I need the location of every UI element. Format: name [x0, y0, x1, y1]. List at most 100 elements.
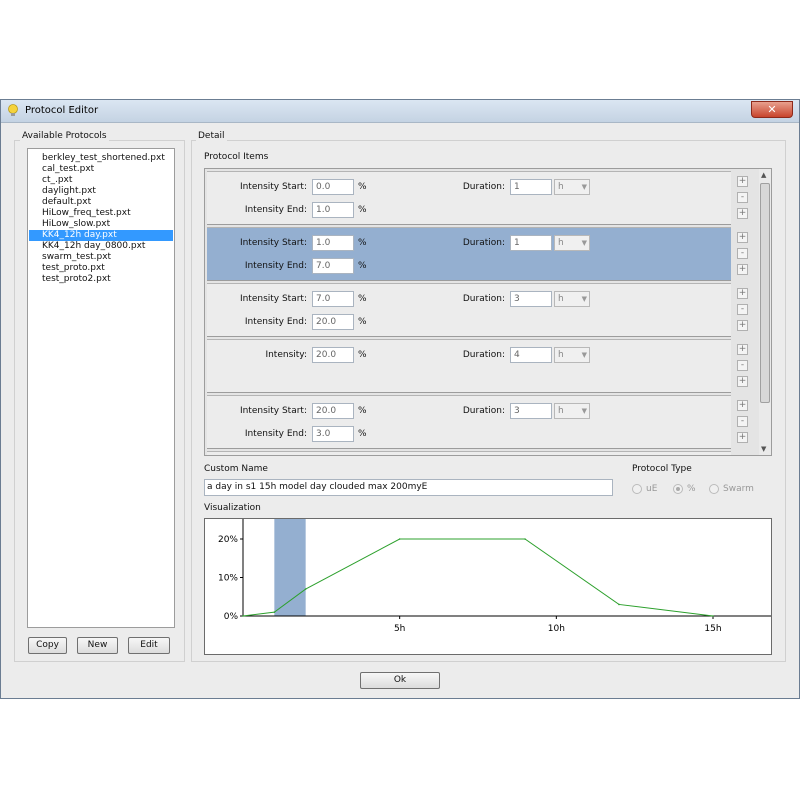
- list-item[interactable]: ct_.pxt: [29, 175, 173, 186]
- list-item[interactable]: cal_test.pxt: [29, 164, 173, 175]
- intensity-start-label: Intensity Start:: [239, 406, 307, 416]
- add-item-before-button[interactable]: +: [737, 288, 748, 299]
- duration-unit-value: h: [558, 238, 564, 248]
- detail-label: Detail: [196, 131, 227, 141]
- protocol-item[interactable]: Intensity Start: 7.0% Intensity End: 20.0% D…: [207, 283, 748, 337]
- unit-label: %: [358, 294, 367, 304]
- intensity-start-field[interactable]: 20.0: [312, 347, 354, 363]
- protocol-item[interactable]: [207, 451, 731, 455]
- intensity-start-field[interactable]: 20.0: [312, 403, 354, 419]
- scroll-down-icon[interactable]: ▼: [761, 445, 766, 453]
- scroll-up-icon[interactable]: ▲: [761, 171, 766, 179]
- data-point: [304, 588, 307, 590]
- remove-item-button[interactable]: -: [737, 304, 748, 315]
- add-item-after-button[interactable]: +: [737, 320, 748, 331]
- lightbulb-icon: [8, 104, 18, 116]
- duration-unit-select[interactable]: h ▼: [554, 347, 590, 363]
- visualization-chart: 0% 10% 20% 5h 10h 15h: [204, 518, 772, 655]
- visualization-label: Visualization: [204, 503, 261, 513]
- remove-item-button[interactable]: -: [737, 360, 748, 371]
- list-item[interactable]: KK4_12h day.pxt: [29, 230, 173, 241]
- close-button[interactable]: ✕: [751, 101, 793, 118]
- duration-field[interactable]: 3: [510, 291, 552, 307]
- duration-label: Duration:: [462, 406, 505, 416]
- list-item[interactable]: KK4_12h day_0800.pxt: [29, 241, 173, 252]
- scrollbar-thumb[interactable]: [760, 183, 770, 403]
- protocol-items-list[interactable]: Intensity Start: 20.0% Intensity End: 3.0% D…: [204, 168, 772, 456]
- add-item-before-button[interactable]: +: [737, 400, 748, 411]
- duration-unit-value: h: [558, 406, 564, 416]
- protocol-item[interactable]: Intensity Start: 20.0% Intensity End: 3.0% D…: [207, 395, 748, 449]
- data-point: [242, 615, 244, 617]
- duration-unit-select[interactable]: h ▼: [554, 235, 590, 251]
- intensity-start-field[interactable]: 1.0: [312, 235, 354, 251]
- available-protocols-label: Available Protocols: [20, 131, 109, 141]
- remove-item-button[interactable]: -: [737, 248, 748, 259]
- protocol-item[interactable]: Intensity Start: 0.0% Intensity End: 1.0% Du…: [207, 171, 748, 225]
- intensity-start-label: Intensity:: [265, 350, 307, 360]
- add-item-after-button[interactable]: +: [737, 264, 748, 275]
- add-item-after-button[interactable]: +: [737, 376, 748, 387]
- add-item-before-button[interactable]: +: [737, 232, 748, 243]
- list-item[interactable]: berkley_test_shortened.pxt: [29, 153, 173, 164]
- edit-button[interactable]: Edit: [128, 637, 170, 654]
- protocol-list[interactable]: berkley_test_shortened.pxt cal_test.pxt ct…: [27, 148, 175, 628]
- list-item[interactable]: daylight.pxt: [29, 186, 173, 197]
- duration-label: Duration:: [462, 350, 505, 360]
- new-button[interactable]: New: [77, 637, 118, 654]
- list-item[interactable]: swarm_test.pxt: [29, 252, 173, 263]
- unit-label: %: [358, 429, 367, 439]
- chevron-down-icon: ▼: [581, 407, 587, 415]
- items-scrollbar[interactable]: ▲ ▼: [759, 169, 771, 455]
- intensity-end-field[interactable]: 1.0: [312, 202, 354, 218]
- y-tick-label: 0%: [224, 612, 239, 622]
- intensity-end-field[interactable]: 3.0: [312, 426, 354, 442]
- duration-unit-select[interactable]: h ▼: [554, 291, 590, 307]
- protocol-type-radio[interactable]: [632, 484, 642, 494]
- duration-field[interactable]: 1: [510, 179, 552, 195]
- duration-field[interactable]: 3: [510, 403, 552, 419]
- protocol-item[interactable]: Intensity: 20.0% Duration: 4 h ▼ + - +: [207, 339, 748, 393]
- ok-button[interactable]: Ok: [360, 672, 440, 689]
- add-item-before-button[interactable]: +: [737, 176, 748, 187]
- duration-unit-select[interactable]: h ▼: [554, 179, 590, 195]
- remove-item-button[interactable]: -: [737, 192, 748, 203]
- copy-button[interactable]: Copy: [28, 637, 67, 654]
- custom-name-input[interactable]: a day in s1 15h model day clouded max 20…: [204, 479, 613, 496]
- list-item[interactable]: default.pxt: [29, 197, 173, 208]
- add-item-after-button[interactable]: +: [737, 208, 748, 219]
- protocol-item[interactable]: Intensity Start: 1.0% Intensity End: 7.0% Du…: [207, 227, 748, 281]
- title-bar[interactable]: Protocol Editor ✕: [1, 100, 799, 123]
- duration-field[interactable]: 4: [510, 347, 552, 363]
- chevron-down-icon: ▼: [581, 295, 587, 303]
- duration-field[interactable]: 1: [510, 235, 552, 251]
- unit-label: %: [358, 406, 367, 416]
- intensity-start-field[interactable]: 7.0: [312, 291, 354, 307]
- list-item[interactable]: HiLow_slow.pxt: [29, 219, 173, 230]
- list-item[interactable]: test_proto.pxt: [29, 263, 173, 274]
- intensity-start-label: Intensity Start:: [239, 238, 307, 248]
- list-item[interactable]: test_proto2.pxt: [29, 274, 173, 285]
- y-tick-label: 10%: [218, 574, 238, 584]
- add-item-before-button[interactable]: +: [737, 344, 748, 355]
- intensity-end-field[interactable]: 20.0: [312, 314, 354, 330]
- duration-unit-value: h: [558, 182, 564, 192]
- remove-item-button[interactable]: -: [737, 416, 748, 427]
- data-point: [398, 538, 401, 540]
- intensity-start-label: Intensity Start:: [239, 294, 307, 304]
- selected-item-highlight: [274, 519, 306, 616]
- add-item-after-button[interactable]: +: [737, 432, 748, 443]
- protocol-items-label: Protocol Items: [204, 152, 269, 162]
- intensity-end-label: Intensity End:: [244, 205, 307, 215]
- protocol-type-label-2: Swarm: [723, 484, 754, 494]
- list-item[interactable]: HiLow_freq_test.pxt: [29, 208, 173, 219]
- protocol-type-radio[interactable]: [673, 484, 683, 494]
- protocol-type-label: Protocol Type: [632, 464, 692, 474]
- x-tick-label: 15h: [704, 624, 721, 634]
- protocol-type-radio[interactable]: [709, 484, 719, 494]
- intensity-end-label: Intensity End:: [244, 261, 307, 271]
- intensity-end-field[interactable]: 7.0: [312, 258, 354, 274]
- duration-unit-select[interactable]: h ▼: [554, 403, 590, 419]
- duration-unit-value: h: [558, 294, 564, 304]
- intensity-start-field[interactable]: 0.0: [312, 179, 354, 195]
